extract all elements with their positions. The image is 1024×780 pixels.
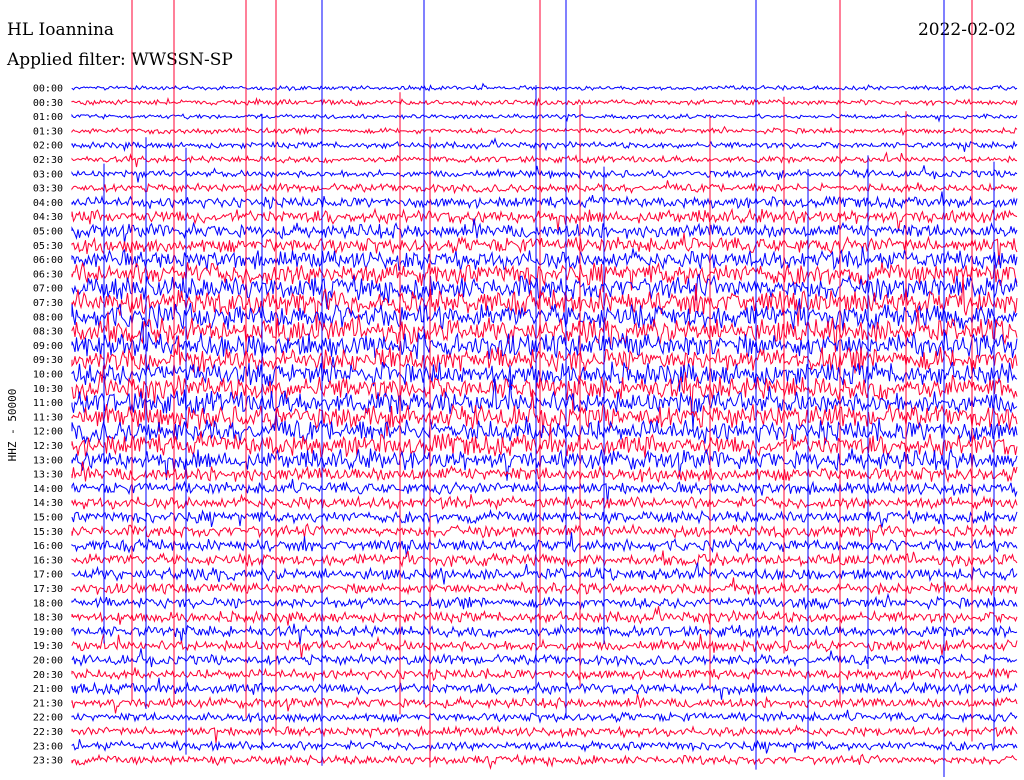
trace-row — [71, 125, 1018, 137]
trace-row — [71, 694, 1018, 714]
time-axis: 00:00 00:30 01:00 01:30 02:00 02:30 03:00 03:30… — [33, 84, 63, 767]
row-time-label: 22:30 — [33, 727, 63, 738]
trace-row — [71, 739, 1018, 754]
trace-row — [71, 709, 1018, 724]
row-time-label: 12:00 — [33, 427, 63, 438]
trace-row — [71, 137, 1018, 153]
row-time-label: 19:30 — [33, 641, 63, 652]
row-time-label: 05:00 — [33, 227, 63, 238]
row-time-label: 01:00 — [33, 112, 63, 123]
row-time-label: 18:30 — [33, 613, 63, 624]
row-time-label: 02:00 — [33, 141, 63, 152]
row-time-label: 17:30 — [33, 584, 63, 595]
row-time-label: 20:00 — [33, 656, 63, 667]
row-time-label: 06:30 — [33, 269, 63, 280]
row-time-label: 14:00 — [33, 484, 63, 495]
row-time-label: 08:30 — [33, 327, 63, 338]
trace-row — [71, 493, 1018, 511]
row-time-label: 04:30 — [33, 212, 63, 223]
row-time-label: 21:30 — [33, 698, 63, 709]
trace-row — [71, 261, 1018, 293]
row-time-label: 08:00 — [33, 312, 63, 323]
trace-row — [71, 753, 1018, 770]
row-time-label: 19:00 — [33, 627, 63, 638]
helicorder-chart: 00:00 00:30 01:00 01:30 02:00 02:30 03:00 03:30… — [6, 0, 1018, 777]
row-time-label: 16:00 — [33, 541, 63, 552]
trace-row — [71, 648, 1018, 668]
trace-row — [71, 478, 1018, 504]
row-time-label: 23:00 — [33, 741, 63, 752]
row-time-label: 21:00 — [33, 684, 63, 695]
trace-row — [71, 577, 1018, 597]
trace-row — [71, 532, 1018, 558]
row-time-label: 07:30 — [33, 298, 63, 309]
trace-row — [71, 606, 1018, 626]
trace-row — [71, 96, 1018, 107]
row-time-label: 23:30 — [33, 756, 63, 767]
trace-row — [71, 623, 1018, 645]
trace-row — [71, 191, 1018, 210]
row-time-label: 15:30 — [33, 527, 63, 538]
trace-row — [71, 522, 1018, 545]
trace-row — [71, 724, 1018, 743]
row-time-label: 15:00 — [33, 513, 63, 524]
trace-row — [71, 562, 1018, 585]
trace-row — [71, 508, 1018, 528]
y-axis-label: HHZ - 50000 — [6, 389, 19, 462]
trace-row — [71, 667, 1018, 682]
row-time-label: 11:00 — [33, 398, 63, 409]
trace-row — [71, 218, 1018, 244]
row-time-label: 03:00 — [33, 169, 63, 180]
trace-row — [71, 677, 1018, 700]
row-time-label: 00:00 — [33, 84, 63, 95]
trace-row — [71, 180, 1018, 195]
row-time-label: 18:00 — [33, 598, 63, 609]
trace-row — [71, 165, 1018, 183]
row-time-label: 06:00 — [33, 255, 63, 266]
row-time-label: 20:30 — [33, 670, 63, 681]
row-time-label: 14:30 — [33, 498, 63, 509]
row-time-label: 02:30 — [33, 155, 63, 166]
row-time-label: 00:30 — [33, 98, 63, 109]
row-time-label: 09:00 — [33, 341, 63, 352]
row-time-label: 16:30 — [33, 555, 63, 566]
trace-group — [71, 82, 1018, 770]
trace-row — [71, 461, 1018, 484]
row-time-label: 04:00 — [33, 198, 63, 209]
row-time-label: 11:30 — [33, 412, 63, 423]
row-time-label: 10:00 — [33, 370, 63, 381]
row-time-label: 17:00 — [33, 570, 63, 581]
row-time-label: 22:00 — [33, 713, 63, 724]
trace-row — [71, 82, 1018, 92]
row-time-label: 07:00 — [33, 284, 63, 295]
row-time-label: 10:30 — [33, 384, 63, 395]
row-time-label: 12:30 — [33, 441, 63, 452]
trace-row — [71, 113, 1018, 123]
row-time-label: 13:00 — [33, 455, 63, 466]
row-time-label: 13:30 — [33, 470, 63, 481]
trace-row — [71, 151, 1018, 168]
row-time-label: 03:30 — [33, 184, 63, 195]
row-time-label: 01:30 — [33, 126, 63, 137]
row-time-label: 09:30 — [33, 355, 63, 366]
row-time-label: 05:30 — [33, 241, 63, 252]
trace-row — [71, 592, 1018, 611]
trace-row — [71, 550, 1018, 568]
